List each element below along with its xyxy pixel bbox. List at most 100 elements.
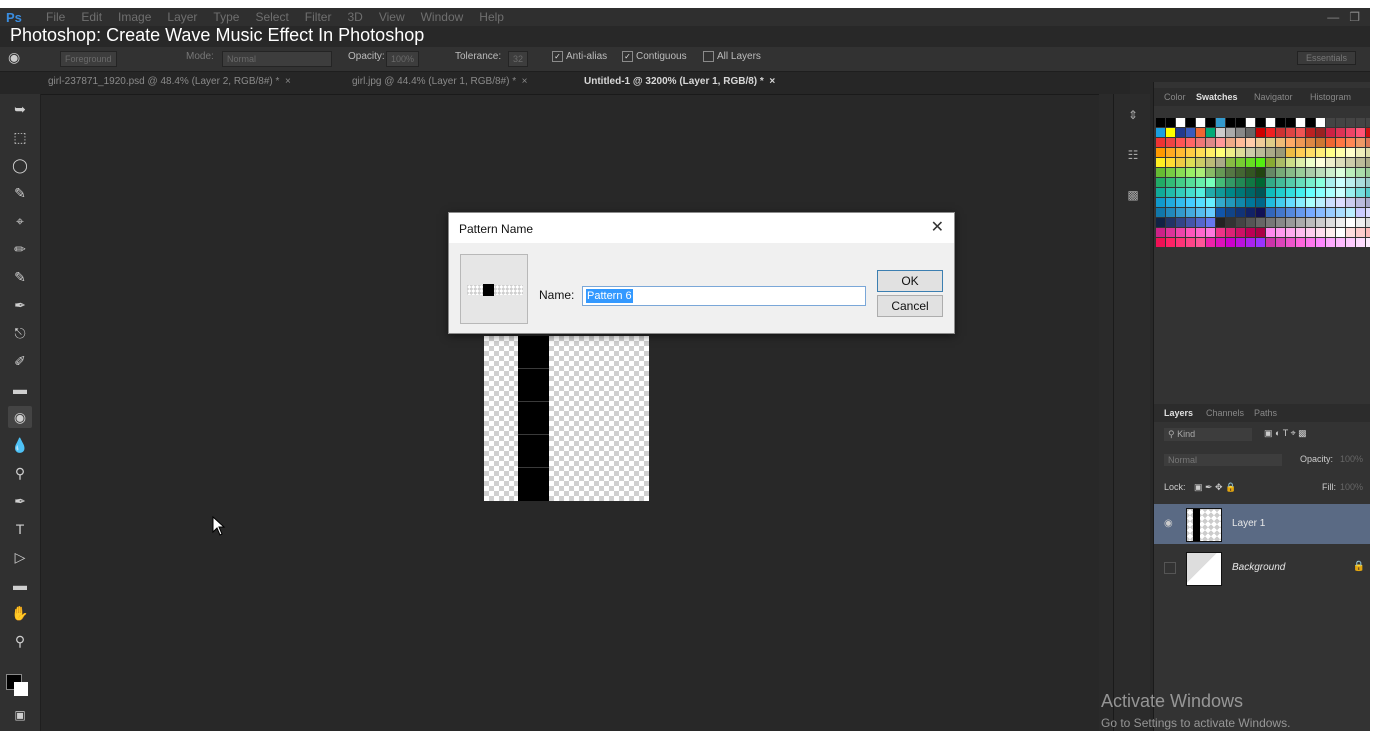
color-swatch[interactable]: [1186, 148, 1195, 157]
color-swatch[interactable]: [1166, 228, 1175, 237]
history-panel-icon[interactable]: ⇕: [1124, 108, 1142, 126]
color-swatch[interactable]: [1276, 238, 1285, 247]
color-swatch[interactable]: [1216, 138, 1225, 147]
menu-layer[interactable]: Layer: [167, 10, 197, 24]
color-swatch[interactable]: [1196, 208, 1205, 217]
color-swatch[interactable]: [1256, 128, 1265, 137]
menu-help[interactable]: Help: [479, 10, 504, 24]
color-swatch[interactable]: [1206, 188, 1215, 197]
color-swatch[interactable]: [1316, 148, 1325, 157]
color-swatch[interactable]: [1336, 198, 1345, 207]
color-swatch[interactable]: [1356, 128, 1365, 137]
color-swatch[interactable]: [1156, 198, 1165, 207]
color-swatch[interactable]: [1156, 178, 1165, 187]
color-swatch[interactable]: [1186, 218, 1195, 227]
color-swatch[interactable]: [1336, 138, 1345, 147]
color-swatch[interactable]: [1176, 228, 1185, 237]
color-swatch[interactable]: [1156, 148, 1165, 157]
rectangle-tool-icon[interactable]: ▬: [8, 574, 32, 596]
color-swatch[interactable]: [1336, 188, 1345, 197]
color-swatch[interactable]: [1316, 218, 1325, 227]
color-swatch[interactable]: [1256, 238, 1265, 247]
tolerance-input[interactable]: 32: [508, 51, 529, 67]
color-swatch[interactable]: [1156, 138, 1165, 147]
color-swatch[interactable]: [1336, 178, 1345, 187]
color-swatch[interactable]: [1226, 198, 1235, 207]
menu-window[interactable]: Window: [421, 10, 464, 24]
color-swatch[interactable]: [1216, 178, 1225, 187]
color-swatch[interactable]: [1356, 178, 1365, 187]
color-swatch[interactable]: [1196, 228, 1205, 237]
color-swatch[interactable]: [1286, 188, 1295, 197]
workspace-select[interactable]: Essentials: [1296, 51, 1356, 65]
color-swatch[interactable]: [1316, 228, 1325, 237]
color-swatch[interactable]: [1236, 128, 1245, 137]
color-swatch[interactable]: [1366, 228, 1370, 237]
color-swatch[interactable]: [1176, 178, 1185, 187]
color-swatch[interactable]: [1236, 158, 1245, 167]
color-swatch[interactable]: [1276, 168, 1285, 177]
color-swatch[interactable]: [1176, 208, 1185, 217]
color-swatch[interactable]: [1356, 198, 1365, 207]
eye-icon[interactable]: ◉: [1164, 518, 1173, 529]
color-swatch[interactable]: [1206, 138, 1215, 147]
pen-tool-icon[interactable]: ✒: [8, 490, 32, 512]
menu-edit[interactable]: Edit: [81, 10, 102, 24]
color-swatch[interactable]: [1286, 138, 1295, 147]
color-swatch[interactable]: [1326, 228, 1335, 237]
color-swatch[interactable]: [1166, 158, 1175, 167]
color-swatch[interactable]: [1306, 178, 1315, 187]
color-swatch[interactable]: [1226, 128, 1235, 137]
color-swatch[interactable]: [1366, 208, 1370, 217]
color-swatch[interactable]: [1256, 138, 1265, 147]
color-swatch[interactable]: [1246, 148, 1255, 157]
color-swatch[interactable]: [1196, 158, 1205, 167]
eye-icon[interactable]: [1164, 562, 1176, 574]
color-swatch[interactable]: [1256, 118, 1265, 127]
color-swatch[interactable]: [1256, 158, 1265, 167]
color-swatch[interactable]: [1296, 148, 1305, 157]
color-swatch[interactable]: [1296, 168, 1305, 177]
color-swatch[interactable]: [1286, 178, 1295, 187]
color-swatch[interactable]: [1156, 238, 1165, 247]
color-swatch[interactable]: [1216, 218, 1225, 227]
color-swatch[interactable]: [1256, 168, 1265, 177]
color-swatch[interactable]: [1346, 178, 1355, 187]
color-swatch[interactable]: [1356, 148, 1365, 157]
color-swatch[interactable]: [1246, 208, 1255, 217]
color-swatch[interactable]: [1276, 188, 1285, 197]
restore-icon[interactable]: ❐: [1349, 10, 1360, 24]
paint-bucket-tool-icon[interactable]: ◉: [8, 49, 20, 66]
color-swatch[interactable]: [1316, 158, 1325, 167]
color-swatch[interactable]: [1266, 148, 1275, 157]
color-swatch[interactable]: [1326, 148, 1335, 157]
color-swatch[interactable]: [1156, 188, 1165, 197]
color-swatch[interactable]: [1356, 238, 1365, 247]
path-selection-tool-icon[interactable]: ▷: [8, 546, 32, 568]
color-swatch[interactable]: [1326, 128, 1335, 137]
color-swatch[interactable]: [1296, 198, 1305, 207]
color-swatch[interactable]: [1216, 238, 1225, 247]
color-swatch[interactable]: [1286, 128, 1295, 137]
layer-opacity-value[interactable]: 100%: [1340, 454, 1363, 464]
color-swatch[interactable]: [1306, 138, 1315, 147]
color-swatch[interactable]: [1216, 188, 1225, 197]
color-swatch[interactable]: [1356, 188, 1365, 197]
color-swatch[interactable]: [1346, 238, 1355, 247]
color-swatch[interactable]: [1316, 208, 1325, 217]
color-swatch[interactable]: [1246, 158, 1255, 167]
color-swatch[interactable]: [1296, 208, 1305, 217]
color-swatch[interactable]: [1166, 218, 1175, 227]
color-swatch[interactable]: [1206, 228, 1215, 237]
background-color-swatch[interactable]: [14, 682, 28, 696]
color-swatch[interactable]: [1326, 118, 1335, 127]
color-swatch[interactable]: [1366, 158, 1370, 167]
color-swatch[interactable]: [1276, 138, 1285, 147]
properties-panel-icon[interactable]: ☷: [1124, 148, 1142, 166]
vertical-scrollbar[interactable]: [1099, 94, 1113, 731]
zoom-tool-icon[interactable]: ⚲: [8, 630, 32, 652]
color-swatch[interactable]: [1186, 138, 1195, 147]
color-swatch[interactable]: [1336, 158, 1345, 167]
menu-image[interactable]: Image: [118, 10, 151, 24]
color-swatch[interactable]: [1216, 198, 1225, 207]
